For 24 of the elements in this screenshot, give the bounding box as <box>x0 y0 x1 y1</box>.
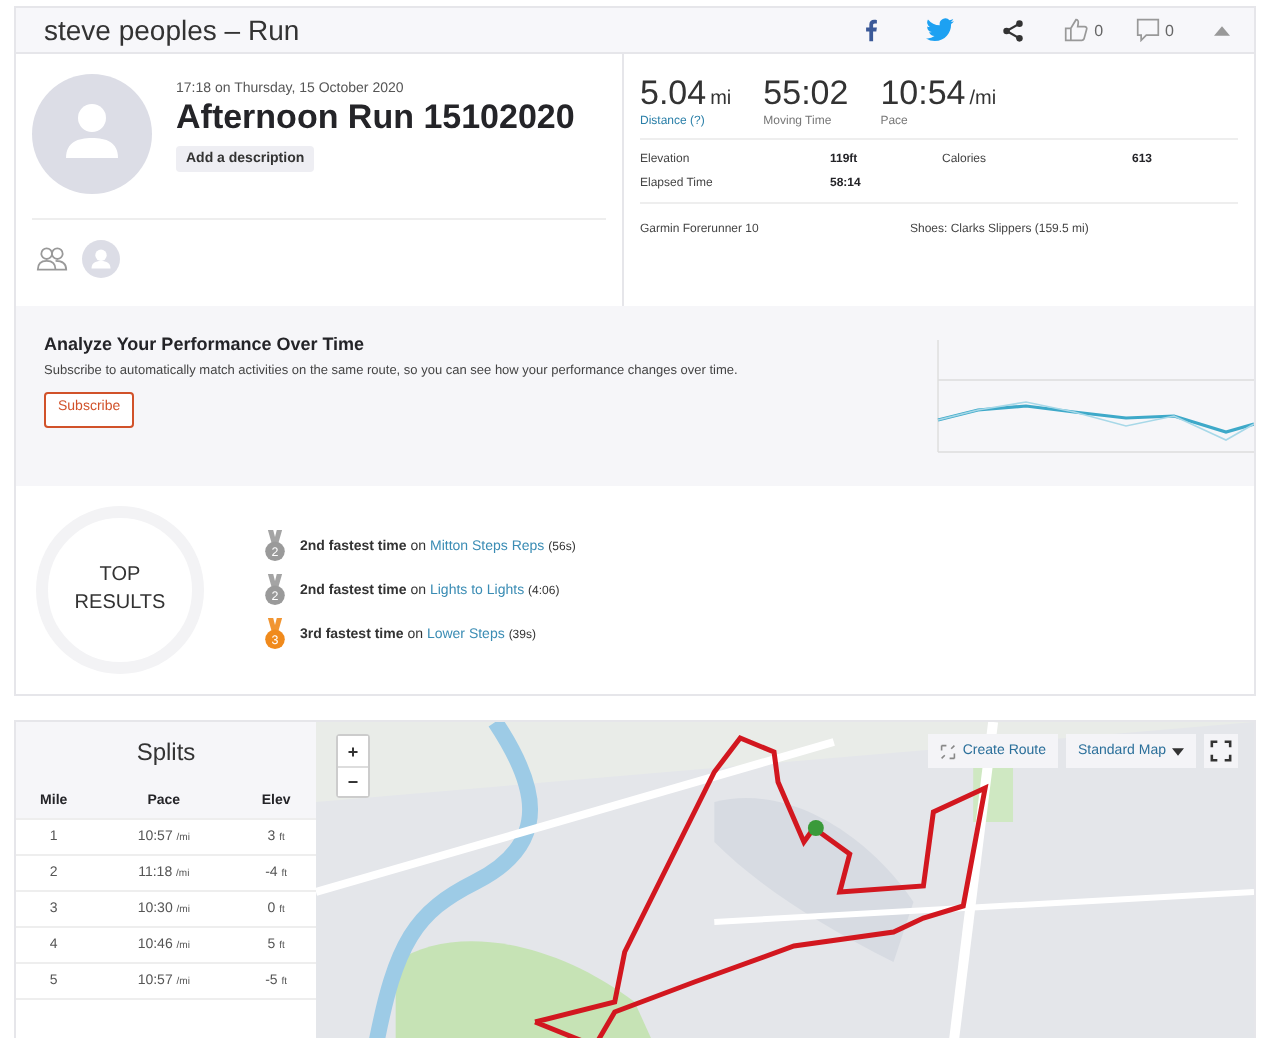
route-icon <box>940 743 957 759</box>
share-icon[interactable] <box>1002 19 1025 41</box>
kudos-count: 0 <box>1094 21 1104 39</box>
group-icon[interactable] <box>36 246 68 272</box>
badge-text: TOP <box>99 562 141 590</box>
activity-name: Afternoon Run 15102020 <box>176 98 575 138</box>
twitter-icon[interactable] <box>926 18 955 42</box>
stat-value: 55:02 <box>763 74 849 114</box>
comment-count: 0 <box>1165 21 1174 39</box>
stat-value: 5.04 mi <box>640 74 732 114</box>
comment-icon[interactable] <box>1135 18 1160 42</box>
collapse-caret-icon[interactable] <box>1214 25 1230 35</box>
badge-text: RESULTS <box>74 590 166 618</box>
thumbs-up-icon[interactable] <box>1064 18 1089 42</box>
fullscreen-button[interactable] <box>1204 734 1238 768</box>
splits-title: Splits <box>16 722 316 786</box>
facebook-icon[interactable] <box>864 18 879 42</box>
zoom-out-button[interactable]: − <box>338 766 368 796</box>
page-title: steve peoples – Run <box>44 14 300 46</box>
avatar-icon <box>32 74 152 194</box>
athlete-avatar-icon[interactable] <box>82 240 120 278</box>
caret-icon <box>1172 747 1184 755</box>
analyze-title: Analyze Your Performance Over Time <box>44 334 365 354</box>
stat-value: 10:54/mi <box>880 74 997 114</box>
